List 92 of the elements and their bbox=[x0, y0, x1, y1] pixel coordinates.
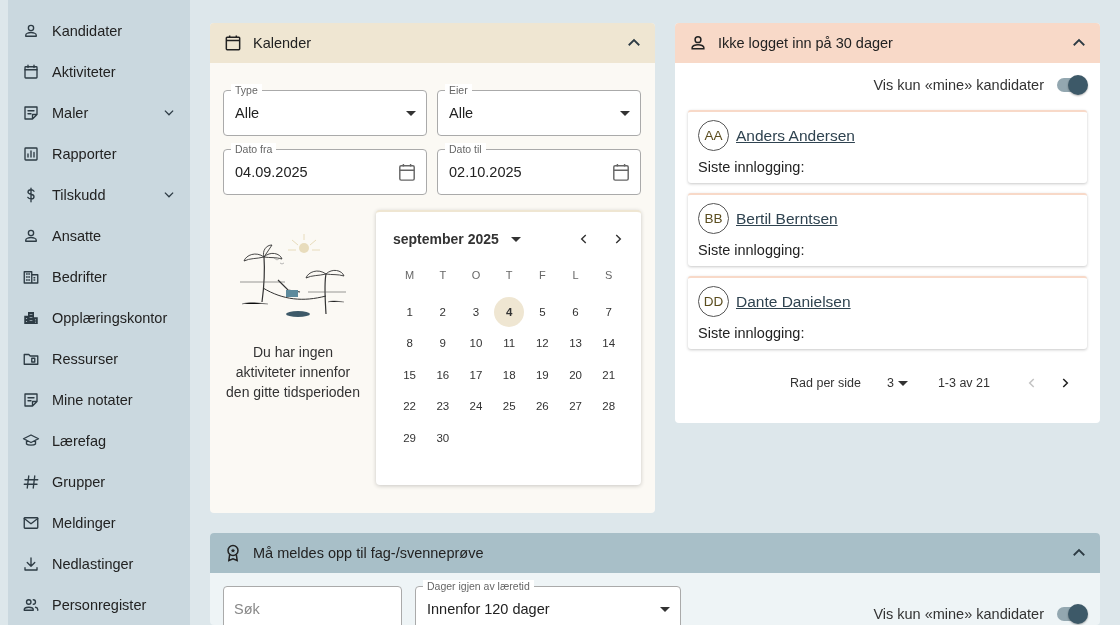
note-icon bbox=[22, 104, 40, 122]
rows-per-page-label: Rad per side bbox=[790, 376, 861, 390]
calendar-day[interactable]: 22 bbox=[394, 391, 425, 421]
calendar-day[interactable]: 27 bbox=[560, 391, 591, 421]
calendar-day[interactable]: 13 bbox=[560, 328, 591, 358]
envelope-icon bbox=[22, 514, 40, 532]
nav-item[interactable]: Maler bbox=[8, 94, 190, 132]
calendar-day[interactable]: 15 bbox=[394, 359, 425, 390]
calendar-day[interactable]: 8 bbox=[394, 328, 425, 358]
calendar-day[interactable]: 10 bbox=[460, 328, 491, 358]
calendar-day[interactable]: 20 bbox=[560, 359, 591, 390]
calendar-day[interactable]: 25 bbox=[494, 391, 525, 421]
last-login-label: Siste innlogging: bbox=[698, 159, 806, 175]
weekday-label: T bbox=[438, 268, 448, 283]
weekday-label: L bbox=[571, 268, 580, 283]
candidate-name-link[interactable]: Bertil Berntsen bbox=[736, 209, 838, 228]
nav-item[interactable]: Meldinger bbox=[8, 504, 190, 542]
nav-item[interactable]: Aktiviteter bbox=[8, 53, 190, 91]
weekday-label: S bbox=[604, 268, 614, 283]
bar-chart-icon bbox=[22, 145, 40, 163]
caret-icon bbox=[897, 380, 908, 386]
caret-icon bbox=[406, 110, 416, 116]
calendar-day[interactable]: 1 bbox=[394, 296, 425, 327]
buildings-icon bbox=[22, 309, 40, 327]
last-login-label: Siste innlogging: bbox=[698, 325, 806, 341]
empty-state-message: Du har ingen aktiviteter innenfor den gitte tidsperioden bbox=[225, 343, 361, 402]
caret-icon bbox=[660, 606, 670, 612]
calendar-day[interactable]: 6 bbox=[560, 296, 591, 327]
nav-item[interactable]: Opplæringskontor bbox=[8, 299, 190, 337]
person-icon bbox=[22, 227, 40, 245]
nav-item[interactable]: Rapporter bbox=[8, 135, 190, 173]
calendar-day[interactable]: 19 bbox=[527, 359, 558, 390]
nav-item[interactable]: Bedrifter bbox=[8, 258, 190, 296]
caret-icon bbox=[510, 236, 521, 242]
panel-title: Må meldes opp til fag-/svenneprøve bbox=[253, 545, 485, 561]
toggle-label: Vis kun «mine» kandidater bbox=[873, 77, 1044, 93]
panel-title: Ikke logget inn på 30 dager bbox=[718, 35, 894, 51]
toggle-switch[interactable] bbox=[1056, 604, 1088, 624]
calendar-day[interactable]: 18 bbox=[494, 359, 525, 390]
calendar-day[interactable]: 21 bbox=[593, 359, 624, 390]
nav-item[interactable]: Personregister bbox=[8, 586, 190, 624]
weekday-label: O bbox=[470, 268, 482, 283]
weekday-label: M bbox=[404, 268, 416, 283]
calendar-day[interactable]: 30 bbox=[427, 422, 458, 453]
nav-item[interactable]: Kandidater bbox=[8, 12, 190, 50]
caret-icon bbox=[620, 110, 630, 116]
calendar-day[interactable]: 23 bbox=[427, 391, 458, 421]
calendar-day[interactable]: 14 bbox=[593, 328, 624, 358]
search-field[interactable]: Søk bbox=[223, 586, 402, 625]
rows-per-page-select[interactable]: 3 bbox=[886, 376, 908, 390]
weekday-label: F bbox=[537, 268, 547, 283]
people-icon bbox=[22, 596, 40, 614]
calendar-icon bbox=[223, 33, 243, 53]
calendar-day[interactable]: 5 bbox=[527, 296, 558, 327]
toggle-label: Vis kun «mine» kandidater bbox=[873, 606, 1044, 622]
nav-item[interactable]: Nedlastinger bbox=[8, 545, 190, 583]
calendar-day[interactable]: 24 bbox=[460, 391, 491, 421]
candidate-name-link[interactable]: Anders Andersen bbox=[736, 126, 855, 145]
last-login-label: Siste innlogging: bbox=[698, 242, 806, 258]
calendar-day[interactable]: 28 bbox=[593, 391, 624, 421]
calendar-day[interactable]: 11 bbox=[494, 328, 525, 358]
calendar-day[interactable]: 2 bbox=[427, 296, 458, 327]
page-range: 1-3 av 21 bbox=[937, 376, 990, 390]
hash-icon bbox=[22, 473, 40, 491]
nav-item[interactable]: Tilskudd bbox=[8, 176, 190, 214]
calendar-day[interactable]: 4 bbox=[494, 296, 525, 327]
weekday-label: T bbox=[504, 268, 514, 283]
calendar-day[interactable]: 3 bbox=[460, 296, 491, 327]
note-icon bbox=[22, 391, 40, 409]
calendar-day[interactable]: 16 bbox=[427, 359, 458, 390]
panel-title: Kalender bbox=[253, 35, 313, 51]
toggle-switch[interactable] bbox=[1056, 75, 1088, 95]
nav-item[interactable]: Mine notater bbox=[8, 381, 190, 419]
calendar-icon bbox=[22, 63, 40, 81]
nav-item[interactable]: Lærefag bbox=[8, 422, 190, 460]
calendar-icon bbox=[612, 162, 630, 182]
month-label: september 2025 bbox=[393, 231, 499, 247]
building-icon bbox=[22, 268, 40, 286]
calendar-day[interactable]: 29 bbox=[394, 422, 425, 453]
person-icon bbox=[688, 33, 708, 53]
nav-item[interactable]: Grupper bbox=[8, 463, 190, 501]
calendar-day[interactable]: 12 bbox=[527, 328, 558, 358]
person-icon bbox=[22, 22, 40, 40]
calendar-day[interactable]: 17 bbox=[460, 359, 491, 390]
download-icon bbox=[22, 555, 40, 573]
calendar-day[interactable]: 7 bbox=[593, 296, 624, 327]
calendar-day[interactable]: 9 bbox=[427, 328, 458, 358]
calendar-icon bbox=[398, 162, 416, 182]
calendar-day[interactable]: 26 bbox=[527, 391, 558, 421]
nav-item[interactable]: Ansatte bbox=[8, 217, 190, 255]
nav-item[interactable]: Ressurser bbox=[8, 340, 190, 378]
candidate-name-link[interactable]: Dante Danielsen bbox=[736, 292, 851, 311]
